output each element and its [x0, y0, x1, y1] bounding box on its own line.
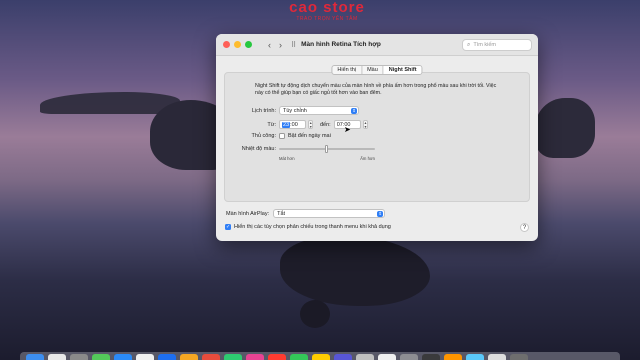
- desktop-rock: [300, 300, 330, 328]
- from-label: Từ:: [267, 121, 276, 128]
- temperature-label: Nhiệt độ màu:: [241, 146, 276, 152]
- dock-app-icon[interactable]: [268, 354, 286, 360]
- from-hour-selected: 23: [282, 121, 291, 128]
- to-time-stepper[interactable]: ▲ ▼: [362, 120, 368, 129]
- temperature-min-label: Mát hơn: [279, 156, 295, 161]
- dock-app-icon[interactable]: [466, 354, 484, 360]
- window-controls: [223, 41, 252, 48]
- slider-knob[interactable]: [325, 145, 328, 153]
- dock-app-icon[interactable]: [48, 354, 66, 360]
- dock-app-icon[interactable]: [136, 354, 154, 360]
- temperature-slider[interactable]: Mát hơn Ấm hơn: [279, 145, 375, 161]
- mouse-cursor-icon: ➤: [344, 125, 351, 134]
- night-shift-panel: Night Shift tự động dịch chuyển màu của …: [224, 72, 530, 202]
- mirroring-row: ✓ Hiển thị các tùy chọn phản chiếu trong…: [225, 224, 391, 230]
- chevron-updown-icon: ⇕: [377, 211, 384, 217]
- close-button[interactable]: [223, 41, 230, 48]
- night-shift-description: Night Shift tự động dịch chuyển màu của …: [255, 83, 497, 96]
- manual-label: Thủ công:: [251, 133, 276, 139]
- help-button[interactable]: ?: [520, 223, 529, 232]
- tab-night-shift[interactable]: Night Shift: [383, 66, 422, 74]
- desktop-island: [535, 98, 595, 158]
- temperature-max-label: Ấm hơn: [360, 156, 375, 161]
- show-all-grid-icon[interactable]: ⠿: [291, 41, 296, 49]
- manual-checkbox[interactable]: [279, 133, 285, 139]
- dock-app-icon[interactable]: [26, 354, 44, 360]
- watermark-brand: cao store: [289, 0, 365, 16]
- dock: [20, 352, 620, 360]
- dock-app-icon[interactable]: [114, 354, 132, 360]
- slider-labels: Mát hơn Ấm hơn: [279, 156, 375, 161]
- dock-app-icon[interactable]: [290, 354, 308, 360]
- window-title: Màn hình Retina Tích hợp: [301, 41, 381, 48]
- navigation-arrows: ‹ ›: [268, 40, 282, 50]
- dock-app-icon[interactable]: [378, 354, 396, 360]
- back-arrow-icon[interactable]: ‹: [268, 40, 271, 50]
- mirroring-label: Hiển thị các tùy chọn phản chiếu trong t…: [234, 224, 391, 230]
- dock-app-icon[interactable]: [180, 354, 198, 360]
- airplay-row: Màn hình AirPlay: Tắt ⇕: [226, 209, 386, 218]
- schedule-value: Tùy chỉnh: [283, 107, 307, 114]
- manual-checkbox-label: Bật đến ngày mai: [288, 133, 331, 139]
- dock-app-icon[interactable]: [246, 354, 264, 360]
- dock-app-icon[interactable]: [158, 354, 176, 360]
- dock-app-icon[interactable]: [400, 354, 418, 360]
- to-label: đến:: [320, 121, 331, 128]
- search-field[interactable]: ⌕ Tìm kiếm: [462, 39, 532, 51]
- segmented-tabs: Hiển thị Màu Night Shift: [331, 65, 423, 75]
- search-icon: ⌕: [467, 41, 471, 48]
- dock-app-icon[interactable]: [312, 354, 330, 360]
- from-time-stepper[interactable]: ▲ ▼: [308, 120, 313, 129]
- dock-app-icon[interactable]: [92, 354, 110, 360]
- tab-display[interactable]: Hiển thị: [332, 66, 363, 74]
- schedule-row: Lịch trình: Tùy chỉnh ⇕: [225, 106, 359, 115]
- mirroring-checkbox[interactable]: ✓: [225, 224, 231, 230]
- watermark-logo: cao store TRAO TRỌN YÊN TÂM: [282, 0, 372, 22]
- display-preferences-window: ‹ › ⠿ Màn hình Retina Tích hợp ⌕ Tìm kiế…: [216, 34, 538, 241]
- dock-app-icon[interactable]: [488, 354, 506, 360]
- from-time-field[interactable]: 23 :00: [279, 120, 306, 129]
- dock-app-icon[interactable]: [356, 354, 374, 360]
- schedule-select[interactable]: Tùy chỉnh ⇕: [279, 106, 359, 115]
- forward-arrow-icon[interactable]: ›: [279, 40, 282, 50]
- schedule-label: Lịch trình:: [251, 107, 276, 114]
- from-minutes: :00: [290, 121, 298, 128]
- desktop-rock: [280, 236, 430, 306]
- minimize-button[interactable]: [234, 41, 241, 48]
- search-placeholder: Tìm kiếm: [473, 42, 496, 48]
- dock-app-icon[interactable]: [444, 354, 462, 360]
- airplay-select[interactable]: Tắt ⇕: [273, 209, 386, 218]
- tab-color[interactable]: Màu: [362, 66, 384, 74]
- dock-app-icon[interactable]: [224, 354, 242, 360]
- airplay-label: Màn hình AirPlay:: [226, 210, 270, 217]
- dock-app-icon[interactable]: [510, 354, 528, 360]
- dock-app-icon[interactable]: [422, 354, 440, 360]
- title-bar: ‹ › ⠿ Màn hình Retina Tích hợp ⌕ Tìm kiế…: [216, 34, 538, 56]
- temperature-row: Nhiệt độ màu: Mát hơn Ấm hơn: [225, 145, 375, 161]
- dock-app-icon[interactable]: [334, 354, 352, 360]
- airplay-value: Tắt: [277, 210, 286, 217]
- dock-app-icon[interactable]: [70, 354, 88, 360]
- watermark-tagline: TRAO TRỌN YÊN TÂM: [296, 16, 358, 22]
- zoom-button[interactable]: [245, 41, 252, 48]
- dock-app-icon[interactable]: [202, 354, 220, 360]
- manual-row: Thủ công: Bật đến ngày mai: [225, 133, 331, 139]
- chevron-updown-icon: ⇕: [351, 108, 357, 114]
